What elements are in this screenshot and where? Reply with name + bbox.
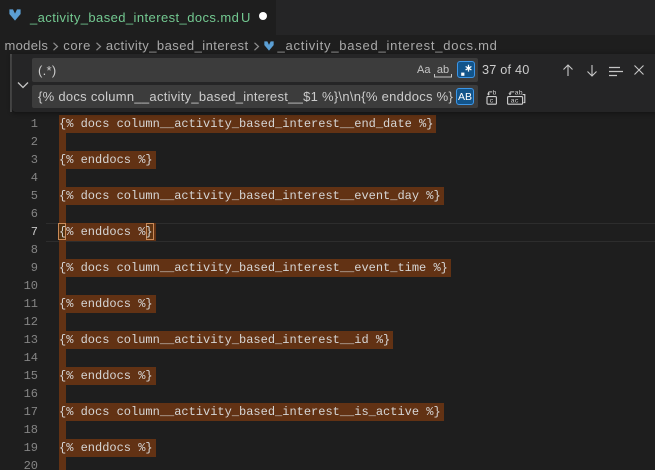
svg-text:c: c — [490, 98, 494, 105]
svg-text:ac: ac — [511, 98, 519, 105]
